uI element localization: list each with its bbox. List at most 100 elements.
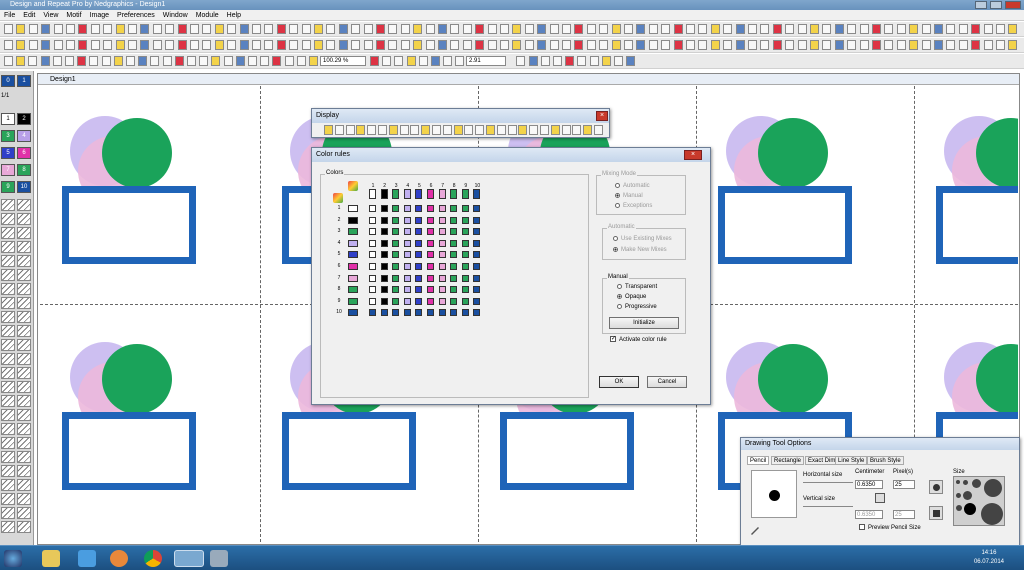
toolbar-button[interactable] <box>537 40 547 50</box>
toolbar-button[interactable] <box>394 56 404 66</box>
toolbar-button[interactable] <box>413 24 423 34</box>
color-row-header[interactable] <box>348 263 358 270</box>
progressive-radio[interactable]: Progressive <box>617 303 657 311</box>
toolbar-button[interactable] <box>78 24 88 34</box>
color-row-header[interactable] <box>348 228 358 236</box>
menu-window[interactable]: Window <box>159 12 192 19</box>
initialize-button[interactable]: Initialize <box>609 317 679 329</box>
color-rule-cell[interactable] <box>438 263 446 270</box>
color-rule-cell[interactable] <box>438 274 446 282</box>
pattern-swatch[interactable] <box>17 213 31 225</box>
color-rule-cell[interactable] <box>392 239 400 247</box>
toolbar-button[interactable] <box>284 56 294 66</box>
toolbar-button[interactable] <box>103 40 113 50</box>
display-tool-button[interactable] <box>507 125 517 135</box>
design-motif[interactable] <box>934 106 1018 266</box>
color-rule-cell[interactable] <box>461 309 469 317</box>
pattern-swatch[interactable] <box>1 241 15 253</box>
toolbar-button[interactable] <box>438 40 447 50</box>
toolbar-button[interactable] <box>611 40 621 50</box>
toolbar-button[interactable] <box>162 56 172 66</box>
toolbar-button[interactable] <box>4 40 13 50</box>
size-presets[interactable] <box>953 476 1005 526</box>
toolbar-button[interactable] <box>252 24 261 34</box>
toolbar-button[interactable] <box>822 40 832 50</box>
display-tool-button[interactable] <box>475 125 485 135</box>
toolbar-button[interactable] <box>235 56 245 66</box>
toolbar-button[interactable] <box>834 40 844 50</box>
toolbar-button[interactable] <box>872 24 881 34</box>
pattern-swatch[interactable] <box>17 311 31 323</box>
toolbar-button[interactable] <box>772 24 782 34</box>
display-tool-button[interactable] <box>496 125 506 135</box>
toolbar-button[interactable] <box>971 24 981 34</box>
color-rule-cell[interactable] <box>473 263 481 270</box>
toolbar-button[interactable] <box>264 40 274 50</box>
pattern-swatch[interactable] <box>17 353 31 365</box>
color-column-header[interactable] <box>369 189 376 199</box>
toolbar-button[interactable] <box>425 40 435 50</box>
design-motif[interactable] <box>716 106 866 266</box>
color-rule-cell[interactable] <box>403 297 411 305</box>
toolbar-button[interactable] <box>661 40 671 50</box>
toolbar-button[interactable] <box>909 40 919 50</box>
display-tool-button[interactable] <box>550 125 560 135</box>
toolbar-button[interactable] <box>227 24 237 34</box>
toolbar-button[interactable] <box>698 24 708 34</box>
toolbar-button[interactable] <box>648 24 658 34</box>
color-column-header[interactable] <box>450 189 458 199</box>
vertical-size-slider[interactable] <box>803 506 853 507</box>
pattern-swatch[interactable] <box>1 213 15 225</box>
color-rule-cell[interactable] <box>380 309 388 317</box>
close-button[interactable] <box>1005 1 1021 9</box>
color-rule-cell[interactable] <box>450 309 458 317</box>
toolbar-button[interactable] <box>413 40 423 50</box>
toolbar-button[interactable] <box>296 56 306 66</box>
pattern-swatch[interactable] <box>1 423 15 435</box>
color-column-header[interactable] <box>427 189 434 199</box>
tab-exact-dim[interactable]: Exact Dim <box>805 456 839 465</box>
pattern-swatch[interactable] <box>1 297 15 309</box>
toolbar-button[interactable] <box>735 24 745 34</box>
pattern-swatch[interactable] <box>1 255 15 267</box>
toolbar-button[interactable] <box>53 40 63 50</box>
toolbar-button[interactable] <box>822 24 832 34</box>
toolbar-button[interactable] <box>211 56 221 66</box>
toolbar-button[interactable] <box>847 40 857 50</box>
pattern-swatch[interactable] <box>17 409 31 421</box>
toolbar-button[interactable] <box>934 40 943 50</box>
color-rule-cell[interactable] <box>438 286 446 294</box>
color-rule-cell[interactable] <box>392 228 400 236</box>
color-row-header[interactable] <box>348 297 358 305</box>
toolbar-button[interactable] <box>450 40 460 50</box>
pattern-swatch[interactable] <box>17 255 31 267</box>
color-rule-cell[interactable] <box>461 216 469 224</box>
toolbar-button[interactable] <box>512 40 522 50</box>
toolbar-button[interactable] <box>140 24 150 34</box>
toolbar-button[interactable] <box>549 40 559 50</box>
display-tool-button[interactable] <box>464 125 474 135</box>
toolbar-button[interactable] <box>16 40 26 50</box>
color-column-header[interactable] <box>438 189 446 199</box>
horizontal-px-field[interactable]: 25 <box>893 480 915 489</box>
color-rule-cell[interactable] <box>369 205 376 212</box>
color-rule-cell[interactable] <box>461 286 469 294</box>
color-rule-cell[interactable] <box>380 216 388 224</box>
toolbar-button[interactable] <box>599 40 609 50</box>
color-rule-cell[interactable] <box>438 216 446 224</box>
pattern-swatch[interactable] <box>17 437 31 449</box>
toolbar-button[interactable] <box>388 40 398 50</box>
color-rule-cell[interactable] <box>427 216 434 224</box>
pattern-swatch[interactable] <box>1 269 15 281</box>
color-row-header[interactable] <box>348 309 358 317</box>
toolbar-button[interactable] <box>53 24 63 34</box>
toolbar-button[interactable] <box>859 24 869 34</box>
toolbar-button[interactable] <box>202 24 212 34</box>
color-rule-cell[interactable] <box>450 228 458 236</box>
palette-chip[interactable]: 2 <box>17 113 31 125</box>
toolbar-button[interactable] <box>28 56 38 66</box>
toolbar-button[interactable] <box>586 24 596 34</box>
toolbar-button[interactable] <box>946 24 956 34</box>
toolbar-button[interactable] <box>797 40 807 50</box>
toolbar-button[interactable] <box>78 40 88 50</box>
